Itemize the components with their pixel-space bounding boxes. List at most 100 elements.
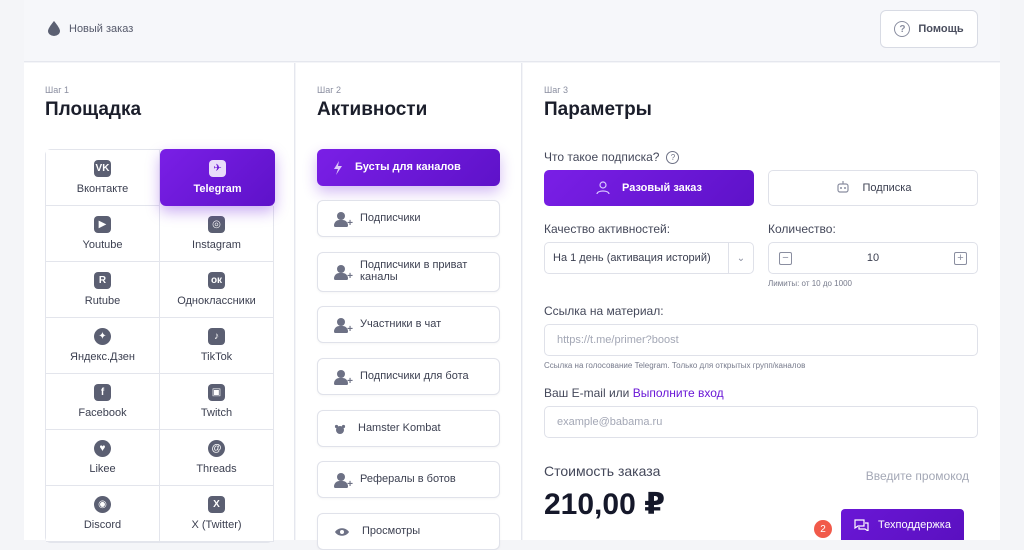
activity-label: Подписчики в приват каналы	[360, 259, 468, 283]
platform-label: Яндекс.Дзен	[70, 351, 135, 363]
platform-x-twitter[interactable]: X X (Twitter)	[160, 486, 274, 542]
activity-item[interactable]: + Подписчики	[317, 200, 500, 237]
promo-code-link[interactable]: Введите промокод	[866, 469, 969, 483]
platform-instagram[interactable]: ◎ Instagram	[160, 206, 274, 262]
user-plus-icon: +	[334, 211, 353, 228]
vk-icon: VK	[94, 160, 111, 177]
help-button[interactable]: ? Помощь	[880, 10, 978, 48]
link-input[interactable]: https://t.me/primer?boost	[544, 324, 978, 356]
activity-label: Hamster Kombat	[358, 421, 441, 434]
platform-grid: VK Вконтакте ✈ Telegram ▶ Youtube ◎ Instagram R R…	[45, 149, 275, 543]
robot-icon	[836, 181, 849, 193]
top-bar: Новый заказ ? Помощь	[24, 0, 1000, 62]
odnoklassniki-icon: ок	[208, 272, 225, 289]
platform-label: Instagram	[192, 239, 241, 251]
platform-telegram[interactable]: ✈ Telegram	[160, 149, 275, 206]
platform-dzen[interactable]: ✦ Яндекс.Дзен	[46, 318, 160, 374]
platform-rutube[interactable]: R Rutube	[46, 262, 160, 318]
subscription-question-text: Что такое подписка?	[544, 150, 660, 164]
platform-label: Facebook	[78, 407, 127, 419]
user-plus-icon: +	[334, 369, 353, 386]
activity-item[interactable]: Бусты для каналов	[317, 149, 500, 186]
activity-label: Участники в чат	[360, 317, 442, 330]
facebook-icon: f	[94, 384, 111, 401]
lightning-icon	[334, 160, 342, 175]
question-icon: ?	[894, 21, 911, 37]
link-hint: Ссылка на голосование Telegram. Только д…	[544, 361, 806, 370]
link-label: Ссылка на материал:	[544, 304, 664, 318]
activity-label: Бусты для каналов	[355, 160, 461, 173]
question-icon[interactable]: ?	[666, 150, 680, 164]
page-title: Новый заказ	[69, 22, 134, 35]
support-button[interactable]: Техподдержка	[841, 509, 964, 540]
dzen-icon: ✦	[94, 328, 111, 345]
quantity-value[interactable]: 10	[867, 252, 879, 264]
likee-icon: ♥	[94, 440, 111, 457]
email-input[interactable]: example@babama.ru	[544, 406, 978, 438]
telegram-icon: ✈	[209, 160, 226, 177]
step3-title: Параметры	[544, 99, 652, 120]
activity-item[interactable]: Hamster Kombat	[317, 410, 500, 447]
quantity-stepper[interactable]: − 10 +	[768, 242, 978, 274]
rutube-icon: R	[94, 272, 111, 289]
platform-label: Одноклассники	[177, 295, 256, 307]
login-link[interactable]: Выполните вход	[633, 386, 724, 400]
email-label-row: Ваш E-mail или Выполните вход	[544, 386, 724, 400]
step2-title: Активности	[317, 99, 428, 120]
activity-label: Просмотры	[362, 524, 421, 537]
chat-icon	[854, 519, 869, 531]
user-icon	[596, 181, 610, 195]
activity-panel: Шаг 2 Активности Бусты для каналов + Подпи…	[296, 63, 522, 550]
activity-item[interactable]: + Рефералы в ботов	[317, 461, 500, 498]
activity-label: Подписчики	[360, 211, 421, 224]
platform-label: Youtube	[82, 239, 123, 251]
platform-youtube[interactable]: ▶ Youtube	[46, 206, 160, 262]
order-price: 210,00 ₽	[544, 488, 665, 521]
platform-tiktok[interactable]: ♪ TikTok	[160, 318, 274, 374]
platform-label: TikTok	[200, 351, 233, 363]
platform-odnoklassniki[interactable]: ок Одноклассники	[160, 262, 274, 318]
chevron-down-icon: ⌄	[728, 243, 753, 273]
minus-icon[interactable]: −	[779, 252, 792, 265]
user-plus-icon: +	[334, 265, 353, 282]
platform-label: Likee	[89, 463, 116, 475]
email-placeholder: example@babama.ru	[557, 416, 663, 428]
activity-item[interactable]: + Участники в чат	[317, 306, 500, 343]
platform-threads[interactable]: @ Threads	[160, 430, 274, 486]
step1-label: Шаг 1	[45, 85, 70, 95]
drop-logo-icon	[48, 21, 60, 36]
x-twitter-icon: X	[208, 496, 225, 513]
platform-discord[interactable]: ◉ Discord	[46, 486, 160, 542]
platform-label: Вконтакте	[76, 183, 129, 195]
plus-icon[interactable]: +	[954, 252, 967, 265]
threads-icon: @	[208, 440, 225, 457]
platform-likee[interactable]: ♥ Likee	[46, 430, 160, 486]
activity-item[interactable]: + Подписчики для бота	[317, 358, 500, 395]
order-type-subscription-button[interactable]: Подписка	[768, 170, 978, 206]
tiktok-icon: ♪	[208, 328, 225, 345]
help-button-label: Помощь	[918, 23, 964, 35]
order-type-once-button[interactable]: Разовый заказ	[544, 170, 754, 206]
discord-icon: ◉	[94, 496, 111, 513]
user-plus-icon: +	[334, 317, 353, 334]
platform-panel: Шаг 1 Площадка VK Вконтакте ✈ Telegram ▶ Yout…	[24, 63, 295, 543]
quality-value: На 1 день (активация историй)	[553, 252, 711, 264]
platform-label: Twitch	[200, 407, 233, 419]
platform-label: X (Twitter)	[191, 519, 242, 531]
order-type-once-label: Разовый заказ	[622, 182, 702, 194]
hamster-icon	[334, 424, 346, 434]
platform-facebook[interactable]: f Facebook	[46, 374, 160, 430]
platform-twitch[interactable]: ▣ Twitch	[160, 374, 274, 430]
quality-label: Качество активностей:	[544, 222, 671, 236]
user-plus-icon: +	[334, 472, 353, 489]
price-label: Стоимость заказа	[544, 463, 661, 479]
subscription-question: Что такое подписка? ?	[544, 150, 680, 164]
platform-label: Discord	[83, 519, 122, 531]
activity-item[interactable]: + Подписчики в приват каналы	[317, 252, 500, 292]
activity-item[interactable]: Просмотры	[317, 513, 500, 550]
platform-vk[interactable]: VK Вконтакте	[46, 150, 160, 206]
quality-select[interactable]: На 1 день (активация историй) ⌄	[544, 242, 754, 274]
platform-label: Telegram	[193, 183, 242, 195]
eye-icon	[335, 527, 349, 536]
youtube-icon: ▶	[94, 216, 111, 233]
